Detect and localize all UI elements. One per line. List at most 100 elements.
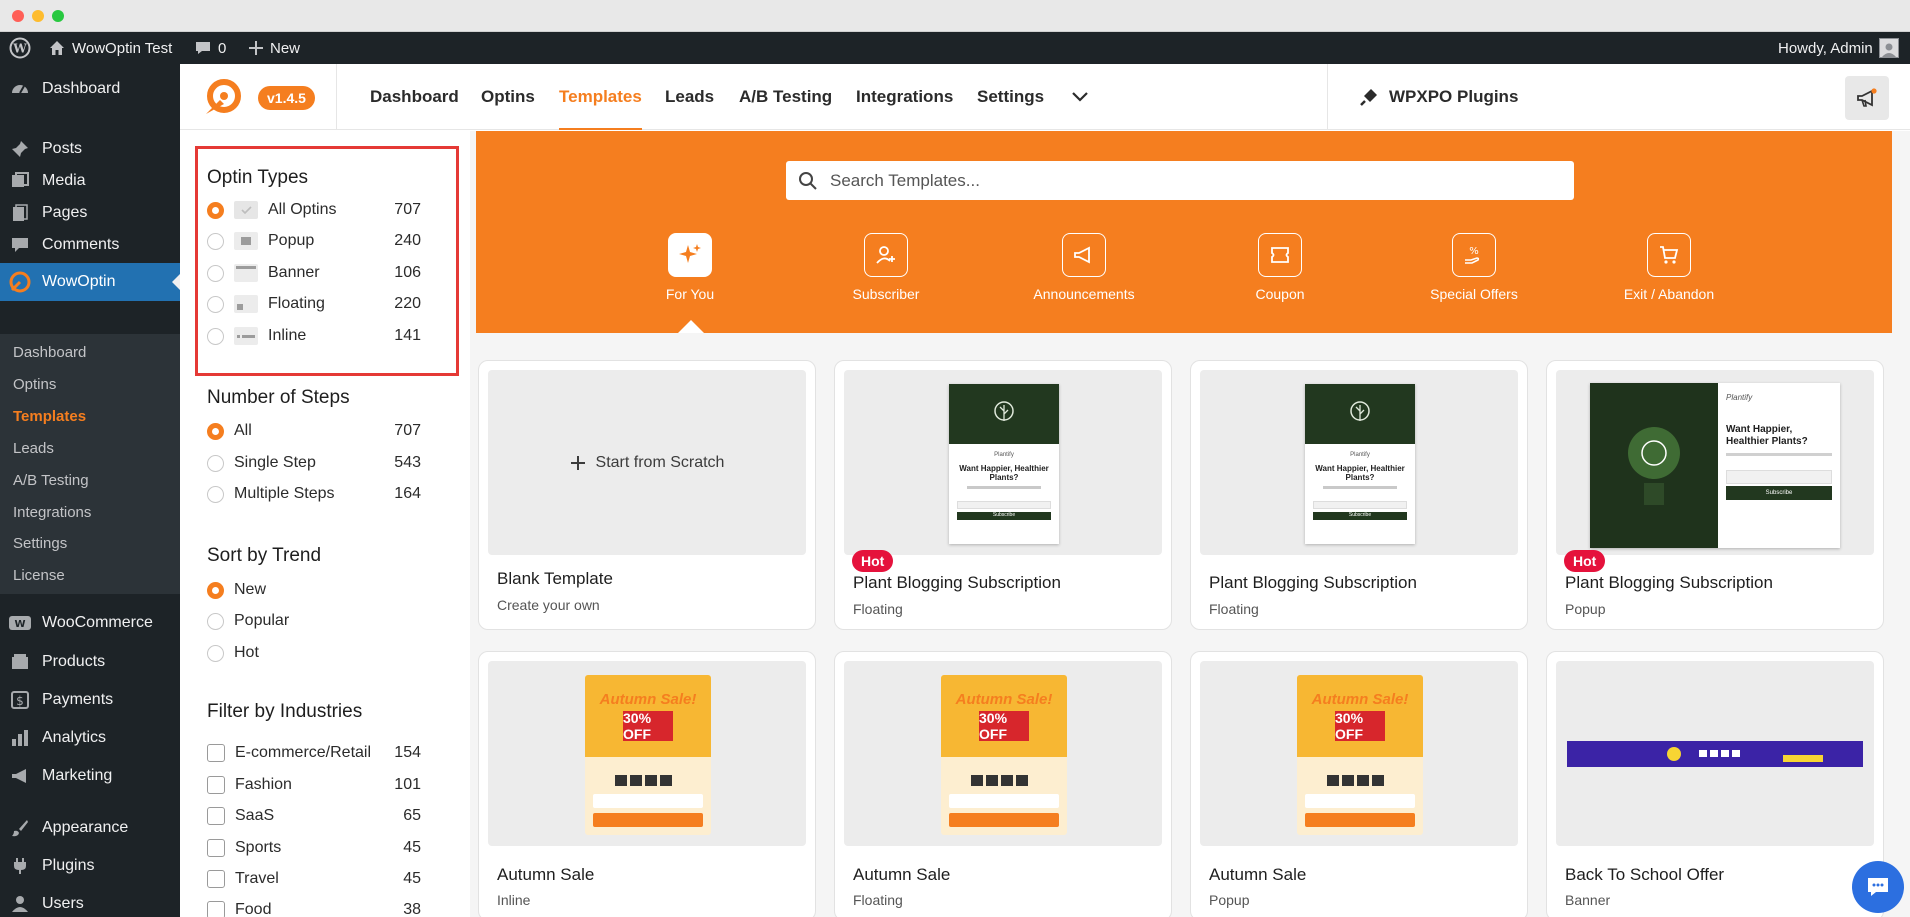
- submenu-integrations[interactable]: Integrations: [13, 504, 91, 521]
- nav-templates[interactable]: Templates: [559, 64, 642, 130]
- filter-multiple-steps[interactable]: Multiple Steps 164: [207, 482, 421, 506]
- search-input[interactable]: Search Templates...: [830, 171, 980, 191]
- menu-wowoptin[interactable]: WowOptin: [0, 263, 180, 301]
- radio-multiple-steps[interactable]: [207, 485, 224, 503]
- menu-dashboard[interactable]: Dashboard: [0, 70, 180, 108]
- radio-trend-popular[interactable]: [207, 612, 224, 630]
- menu-woocommerce[interactable]: W WooCommerce: [0, 604, 180, 642]
- submenu-leads[interactable]: Leads: [13, 440, 54, 457]
- checkbox-food[interactable]: [207, 901, 225, 917]
- submenu-settings[interactable]: Settings: [13, 535, 67, 552]
- submenu-ab-testing[interactable]: A/B Testing: [13, 472, 89, 489]
- plant-popup-preview: Plantify Want Happier, Healthier Plants?…: [949, 384, 1059, 544]
- pages-icon: [9, 202, 31, 224]
- close-window-button[interactable]: [12, 10, 24, 22]
- category-subscriber[interactable]: Subscriber: [811, 233, 961, 302]
- filter-trend-new[interactable]: New: [207, 578, 421, 602]
- checkbox-sports[interactable]: [207, 839, 225, 857]
- filter-trend-popular[interactable]: Popular: [207, 609, 421, 633]
- filter-industry-saas[interactable]: SaaS 65: [207, 804, 421, 828]
- filter-label: Sports: [235, 839, 282, 856]
- category-announcements[interactable]: Announcements: [1009, 233, 1159, 302]
- megaphone-icon: [1062, 233, 1106, 277]
- filter-count: 164: [394, 485, 421, 502]
- add-user-icon: [864, 233, 908, 277]
- back-to-school-banner-preview: [1567, 741, 1863, 767]
- search-templates[interactable]: Search Templates...: [786, 161, 1574, 200]
- nav-integrations[interactable]: Integrations: [856, 64, 953, 130]
- checkbox-ecommerce[interactable]: [207, 744, 225, 762]
- template-card-autumn-floating[interactable]: Autumn Sale! 30% OFF Autumn Sale Floating: [834, 651, 1172, 917]
- plant-subscribe: Subscribe: [1313, 512, 1407, 521]
- template-card-plant-popup[interactable]: Plantify Want Happier, Healthier Plants?…: [1546, 360, 1884, 630]
- template-type: Floating: [853, 892, 903, 908]
- template-type: Floating: [1209, 601, 1259, 617]
- nav-ab-testing[interactable]: A/B Testing: [739, 64, 832, 130]
- menu-appearance[interactable]: Appearance: [0, 809, 180, 847]
- category-exit-abandon[interactable]: Exit / Abandon: [1594, 233, 1744, 302]
- template-card-plant-floating-2[interactable]: Plantify Want Happier, Healthier Plants?…: [1190, 360, 1528, 630]
- menu-marketing[interactable]: Marketing: [0, 757, 180, 795]
- announcements-button[interactable]: [1845, 76, 1889, 120]
- menu-products[interactable]: Products: [0, 643, 180, 681]
- filter-industry-food[interactable]: Food 38: [207, 898, 421, 917]
- submenu-templates[interactable]: Templates: [13, 408, 86, 425]
- menu-payments[interactable]: $ Payments: [0, 681, 180, 719]
- nav-settings[interactable]: Settings: [977, 64, 1044, 130]
- site-name-link[interactable]: WowOptin Test: [48, 32, 172, 64]
- menu-comments[interactable]: Comments: [0, 226, 180, 264]
- maximize-window-button[interactable]: [52, 10, 64, 22]
- filter-industry-sports[interactable]: Sports 45: [207, 836, 421, 860]
- wpxpo-plugins-link[interactable]: WPXPO Plugins: [1359, 64, 1518, 130]
- plant-subscribe: Subscribe: [1726, 486, 1832, 500]
- radio-steps-all[interactable]: [207, 422, 224, 440]
- radio-trend-hot[interactable]: [207, 644, 224, 662]
- submenu-optins[interactable]: Optins: [13, 376, 56, 393]
- chat-support-button[interactable]: [1852, 861, 1904, 913]
- wordpress-logo-icon[interactable]: W: [9, 32, 31, 64]
- template-card-plant-floating[interactable]: Plantify Want Happier, Healthier Plants?…: [834, 360, 1172, 630]
- menu-users[interactable]: Users: [0, 885, 180, 917]
- minimize-window-button[interactable]: [32, 10, 44, 22]
- hot-badge: Hot: [1564, 550, 1606, 572]
- template-card-back-to-school[interactable]: Back To School Offer Banner: [1546, 651, 1884, 917]
- template-card-blank[interactable]: Start from Scratch Blank Template Create…: [478, 360, 816, 630]
- nav-dashboard[interactable]: Dashboard: [370, 64, 459, 130]
- filter-steps-all[interactable]: All 707: [207, 419, 421, 443]
- category-coupon[interactable]: Coupon: [1205, 233, 1355, 302]
- filter-industry-ecommerce[interactable]: E-commerce/Retail 154: [207, 741, 421, 765]
- template-card-autumn-popup[interactable]: Autumn Sale! 30% OFF Autumn Sale Popup: [1190, 651, 1528, 917]
- new-content-link[interactable]: New: [248, 32, 300, 64]
- filter-trend-hot[interactable]: Hot: [207, 641, 421, 665]
- template-preview: Autumn Sale! 30% OFF: [488, 661, 806, 846]
- my-account-menu[interactable]: Howdy, Admin: [1778, 32, 1899, 64]
- category-for-you[interactable]: For You: [615, 233, 765, 302]
- menu-users-label: Users: [42, 895, 84, 912]
- filter-industry-travel[interactable]: Travel 45: [207, 867, 421, 891]
- menu-plugins[interactable]: Plugins: [0, 847, 180, 885]
- wowoptin-logo[interactable]: [204, 78, 242, 116]
- radio-single-step[interactable]: [207, 454, 224, 472]
- template-preview: Plantify Want Happier, Healthier Plants?…: [844, 370, 1162, 555]
- checkbox-saas[interactable]: [207, 807, 225, 825]
- filter-label: Food: [235, 901, 272, 917]
- menu-analytics[interactable]: Analytics: [0, 719, 180, 757]
- filter-industry-fashion[interactable]: Fashion 101: [207, 773, 421, 797]
- radio-trend-new[interactable]: [207, 581, 224, 599]
- nav-more-chevron-down-icon[interactable]: [1071, 64, 1089, 130]
- start-from-scratch[interactable]: Start from Scratch: [488, 370, 806, 555]
- nav-optins[interactable]: Optins: [481, 64, 535, 130]
- cart-icon: [1647, 233, 1691, 277]
- checkbox-fashion[interactable]: [207, 776, 225, 794]
- plant-headline: Want Happier, Healthier Plants?: [1726, 424, 1808, 447]
- comments-link[interactable]: 0: [194, 32, 226, 64]
- checkbox-travel[interactable]: [207, 870, 225, 888]
- submenu-license[interactable]: License: [13, 567, 65, 584]
- submenu-dashboard[interactable]: Dashboard: [13, 344, 86, 361]
- template-card-autumn-inline[interactable]: Autumn Sale! 30% OFF Autumn Sale Inline: [478, 651, 816, 917]
- plant-brand: Plantify: [1350, 452, 1370, 458]
- category-special-offers[interactable]: % Special Offers: [1399, 233, 1549, 302]
- filter-single-step[interactable]: Single Step 543: [207, 451, 421, 475]
- svg-text:W: W: [14, 619, 25, 630]
- nav-leads[interactable]: Leads: [665, 64, 714, 130]
